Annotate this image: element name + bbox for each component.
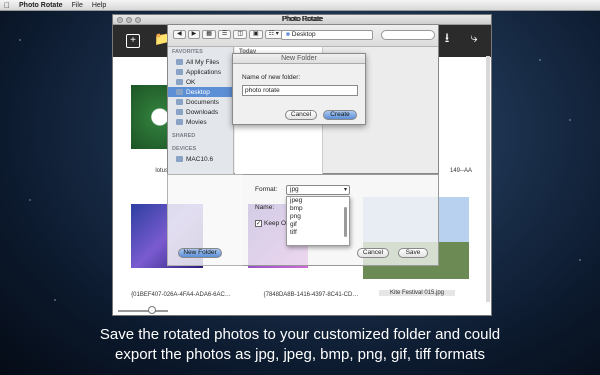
location-label: Desktop xyxy=(291,31,316,38)
coverflow-view-icon[interactable]: ▣ xyxy=(248,30,263,39)
sidebar-item-label: MAC10.6 xyxy=(186,155,214,163)
column-view-icon[interactable]: ◫ xyxy=(233,30,247,39)
cancel-button[interactable]: Cancel xyxy=(285,110,317,120)
caption-line-1: Save the rotated photos to your customiz… xyxy=(99,326,501,343)
menu-help[interactable]: Help xyxy=(92,2,106,9)
download-icon[interactable]: ⭳ xyxy=(440,31,454,45)
photo-caption: {01BEF407-026A-4FA4-ADA6-6AC… xyxy=(131,292,231,298)
checkmark-icon: ✓ xyxy=(255,220,262,227)
folder-name-label: Name of new folder: xyxy=(242,74,301,81)
zoom-slider[interactable] xyxy=(118,310,168,312)
location-select[interactable]: ■ Desktop xyxy=(281,30,373,40)
sidebar-item-ok[interactable]: OK xyxy=(168,77,233,87)
sidebar-item-label: Downloads xyxy=(186,108,219,116)
format-option-bmp[interactable]: bmp xyxy=(287,205,349,213)
menu-bar:  Photo Rotate File Help xyxy=(0,0,600,11)
folder-icon[interactable]: 📁 xyxy=(154,32,170,46)
photo-caption: Kite Festival 015.jpg xyxy=(379,290,455,296)
menu-app-name[interactable]: Photo Rotate xyxy=(19,2,63,9)
caption-line-2: export the photos as jpg, jpeg, bmp, png… xyxy=(115,346,485,363)
desktop-icon xyxy=(176,89,183,95)
folder-name-input[interactable]: photo rotate xyxy=(242,85,358,96)
home-icon xyxy=(176,79,183,85)
sidebar-item-downloads[interactable]: Downloads xyxy=(168,107,233,117)
zoom-slider-knob[interactable] xyxy=(148,306,156,314)
format-option-tiff[interactable]: tiff xyxy=(287,229,349,237)
format-value: jpg xyxy=(290,186,299,193)
sidebar-item-mac10-6[interactable]: MAC10.6 xyxy=(168,154,233,164)
minimize-button[interactable] xyxy=(126,17,132,23)
gallery-scrollbar[interactable] xyxy=(486,56,490,302)
format-option-jpeg[interactable]: jpeg xyxy=(287,197,349,205)
new-folder-sheet: New Folder Name of new folder: photo rot… xyxy=(232,53,366,125)
forward-icon[interactable]: ▶ xyxy=(187,30,201,39)
sidebar-item-documents[interactable]: Documents xyxy=(168,97,233,107)
share-icon[interactable]: ⤷ xyxy=(467,31,481,45)
sidebar-item-label: OK xyxy=(186,78,196,86)
folder-icon: ■ xyxy=(286,31,290,38)
sidebar-header-favorites: FAVORITES xyxy=(172,49,203,55)
sidebar-item-label: Applications xyxy=(186,68,222,76)
keep-label: Keep O xyxy=(264,220,287,227)
search-input[interactable] xyxy=(381,30,435,40)
cancel-button[interactable]: Cancel xyxy=(357,248,389,258)
window-controls xyxy=(117,17,141,23)
apple-icon[interactable]:  xyxy=(4,1,10,10)
menu-file[interactable]: File xyxy=(72,2,83,9)
sidebar-item-all-my-files[interactable]: All My Files xyxy=(168,57,233,67)
chevron-down-icon: ▾ xyxy=(343,187,347,193)
files-icon xyxy=(176,59,183,65)
sidebar-item-label: Documents xyxy=(186,98,219,106)
zoom-button[interactable] xyxy=(135,17,141,23)
sidebar-item-movies[interactable]: Movies xyxy=(168,117,233,127)
keep-original-checkbox[interactable]: ✓ Keep O xyxy=(255,220,286,227)
movies-icon xyxy=(176,119,183,125)
create-button[interactable]: Create xyxy=(323,110,357,120)
format-option-gif[interactable]: gif xyxy=(287,221,349,229)
icon-view-icon[interactable]: ▦ xyxy=(202,30,216,39)
dialog-title: Photo Rotate xyxy=(282,16,324,23)
dropdown-scrollbar[interactable] xyxy=(344,207,347,237)
sidebar-item-label: All My Files xyxy=(186,58,220,66)
format-dropdown: jpeg bmp png gif tiff xyxy=(286,196,350,246)
name-label: Name: xyxy=(255,204,275,211)
format-label: Format: xyxy=(255,186,278,193)
list-view-icon[interactable]: ☰ xyxy=(217,30,232,39)
format-option-png[interactable]: png xyxy=(287,213,349,221)
sidebar-item-label: Desktop xyxy=(186,88,210,96)
back-icon[interactable]: ◀ xyxy=(173,30,186,39)
nav-buttons: ◀ ▶ ▦ ☰ ◫ ▣ ☷ ▾ xyxy=(173,30,283,39)
sheet-title: New Folder xyxy=(233,54,365,64)
sidebar-header-shared: SHARED xyxy=(172,133,196,139)
sidebar-item-label: Movies xyxy=(186,118,207,126)
plus-icon[interactable]: + xyxy=(126,34,140,48)
sidebar-header-devices: DEVICES xyxy=(172,146,197,152)
sidebar-item-applications[interactable]: Applications xyxy=(168,67,233,77)
format-select[interactable]: jpg ▾ xyxy=(286,185,350,195)
downloads-icon xyxy=(176,109,183,115)
finder-sidebar: FAVORITES All My Files Applications OK D… xyxy=(168,47,234,175)
close-button[interactable] xyxy=(117,17,123,23)
new-folder-button[interactable]: New Folder xyxy=(178,248,222,258)
arrange-icon[interactable]: ☷ ▾ xyxy=(264,30,283,39)
dialog-toolbar: Photo Rotate ◀ ▶ ▦ ☰ ◫ ▣ ☷ ▾ ■ Desktop xyxy=(168,16,438,47)
photo-caption: 149--AA xyxy=(449,168,472,174)
save-button[interactable]: Save xyxy=(398,248,428,258)
sidebar-item-desktop[interactable]: Desktop xyxy=(168,87,233,97)
documents-icon xyxy=(176,99,183,105)
computer-icon xyxy=(176,156,183,162)
photo-caption: {7848DA8B-1416-4397-8C41-CD… xyxy=(263,292,359,298)
applications-icon xyxy=(176,69,183,75)
